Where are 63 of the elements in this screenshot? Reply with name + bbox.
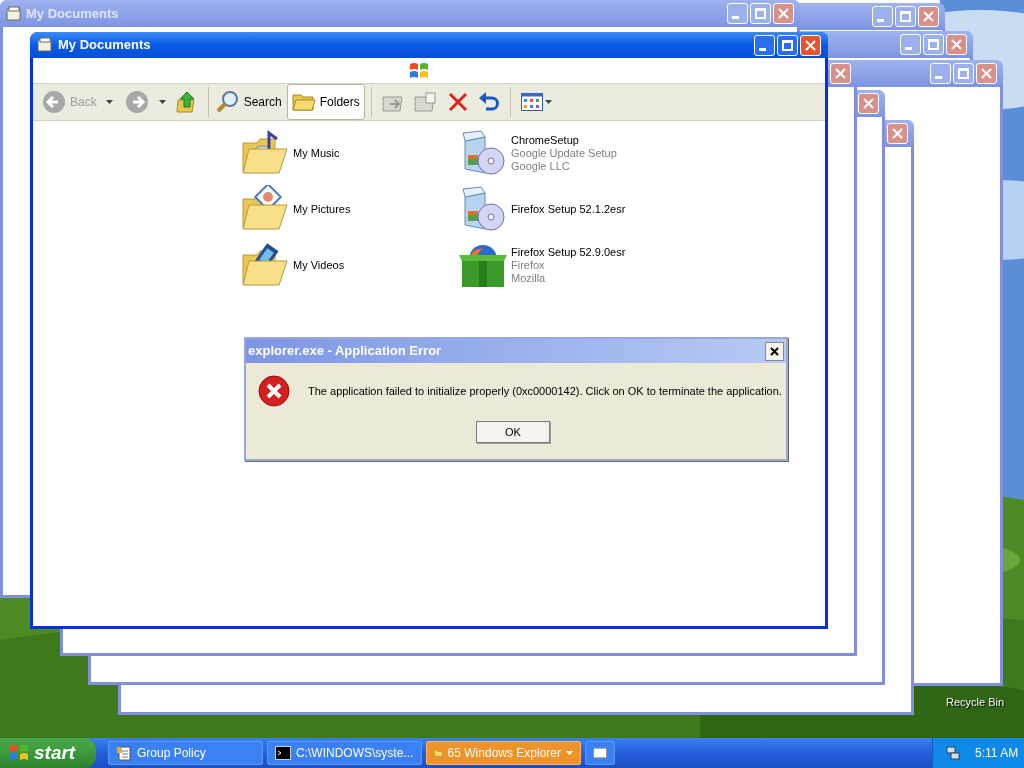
- minimize-button[interactable]: [900, 34, 921, 55]
- close-icon: [447, 92, 468, 112]
- maximize-button[interactable]: [777, 34, 798, 56]
- search-button[interactable]: Search: [212, 87, 285, 117]
- taskbar-button[interactable]: C:\WINDOWS\syste...: [267, 741, 422, 765]
- close-icon: [770, 346, 779, 356]
- folder-copy-icon: [413, 91, 438, 113]
- caret-icon: [105, 100, 113, 104]
- error-icon: [258, 375, 290, 407]
- music-folder-icon: [241, 129, 289, 177]
- window-title: My Documents: [26, 4, 119, 23]
- start-button[interactable]: start: [0, 738, 96, 768]
- close-icon: [892, 128, 903, 139]
- network-icon: [945, 745, 961, 761]
- maximize-button[interactable]: [923, 34, 944, 55]
- policy-icon: [116, 745, 132, 761]
- close-icon: [923, 11, 934, 22]
- ok-button[interactable]: OK: [476, 421, 550, 443]
- file-name[interactable]: ChromeSetup: [511, 133, 617, 147]
- minimize-button[interactable]: [872, 6, 893, 27]
- caret-icon: [158, 100, 166, 104]
- file-detail: Mozilla: [511, 271, 547, 285]
- software-box-icon: [459, 185, 507, 233]
- taskbar-button[interactable]: [585, 741, 615, 765]
- software-box-icon: [459, 129, 507, 177]
- close-icon: [863, 98, 874, 109]
- window-title: My Documents: [58, 36, 151, 55]
- error-message: The application failed to initialize properly (0xc0000142). Click on OK to terminate the application.: [308, 383, 782, 399]
- folder-icon: [37, 37, 53, 53]
- film-folder-icon: [241, 241, 289, 289]
- window-icon: [593, 747, 607, 759]
- grid-view-icon: [520, 93, 543, 111]
- file-detail: Google LLC: [511, 159, 571, 173]
- file-detail: Google Update Setup: [511, 146, 617, 160]
- minimize-button[interactable]: [727, 3, 748, 24]
- file-name[interactable]: My Pictures: [293, 202, 351, 216]
- minimize-button[interactable]: [754, 34, 775, 56]
- file-name[interactable]: Firefox Setup 52.9.0esr: [511, 245, 626, 259]
- windows-flag-icon: [409, 61, 429, 80]
- maximize-button[interactable]: [895, 6, 916, 27]
- undo-arrow-icon: [477, 92, 500, 112]
- file-name[interactable]: My Music: [293, 146, 340, 160]
- folder-icon: [6, 5, 22, 22]
- close-button[interactable]: [765, 341, 784, 361]
- file-detail: Firefox: [511, 258, 546, 272]
- picture-folder-icon: [241, 185, 289, 233]
- dialog-title: explorer.exe - Application Error: [248, 342, 442, 361]
- folders-button[interactable]: Folders: [286, 84, 365, 120]
- search-icon: [215, 90, 240, 114]
- clock: 5:11 AM: [975, 745, 1019, 762]
- windows-flag-icon: [9, 744, 29, 762]
- close-icon: [805, 39, 816, 51]
- maximize-button[interactable]: [750, 3, 771, 24]
- caret-icon: [544, 100, 552, 104]
- close-icon: [778, 8, 789, 19]
- close-icon: [835, 68, 846, 79]
- file-name[interactable]: My Videos: [293, 258, 345, 272]
- taskbar-button[interactable]: Group Policy: [108, 741, 263, 765]
- desktop-icon-label[interactable]: Recycle Bin: [946, 694, 1005, 711]
- folder-icon: [291, 91, 316, 113]
- up-arrow-folder-icon: [175, 90, 198, 114]
- file-name[interactable]: Firefox Setup 52.1.2esr: [511, 202, 626, 216]
- console-icon: [275, 746, 291, 760]
